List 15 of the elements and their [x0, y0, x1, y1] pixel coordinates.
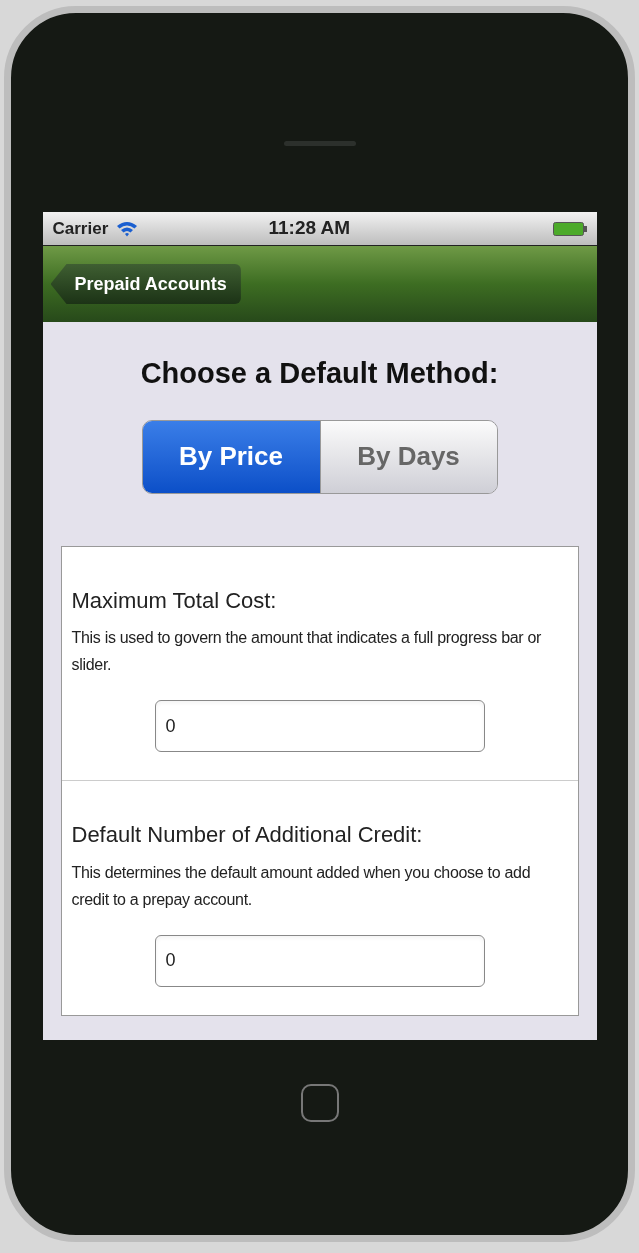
segment-tab[interactable]: By Days [319, 420, 497, 493]
segment-tab[interactable]: By Price [142, 420, 320, 493]
clock-text: 11:28 AM [268, 216, 351, 241]
heading-text: Choose a Default Method: [140, 356, 499, 391]
field-description: This is used to govern the amount that indicates a full progress bar or slider. [71, 628, 543, 675]
input-field[interactable]: 0 [154, 700, 485, 752]
field-label: Default Number of Additional Credit: [71, 821, 424, 849]
home-button-icon [300, 1084, 339, 1122]
wifi-icon [116, 220, 139, 237]
field-description: This determines the default amount added when you choose to add credit to a prepay account. [71, 862, 532, 910]
field-label: Maximum Total Cost: [71, 586, 278, 614]
battery-icon [552, 221, 587, 236]
carrier-text: Carrier [52, 217, 109, 240]
input-field[interactable]: 0 [154, 934, 485, 987]
back-button[interactable]: Prepaid Accounts [50, 264, 241, 304]
